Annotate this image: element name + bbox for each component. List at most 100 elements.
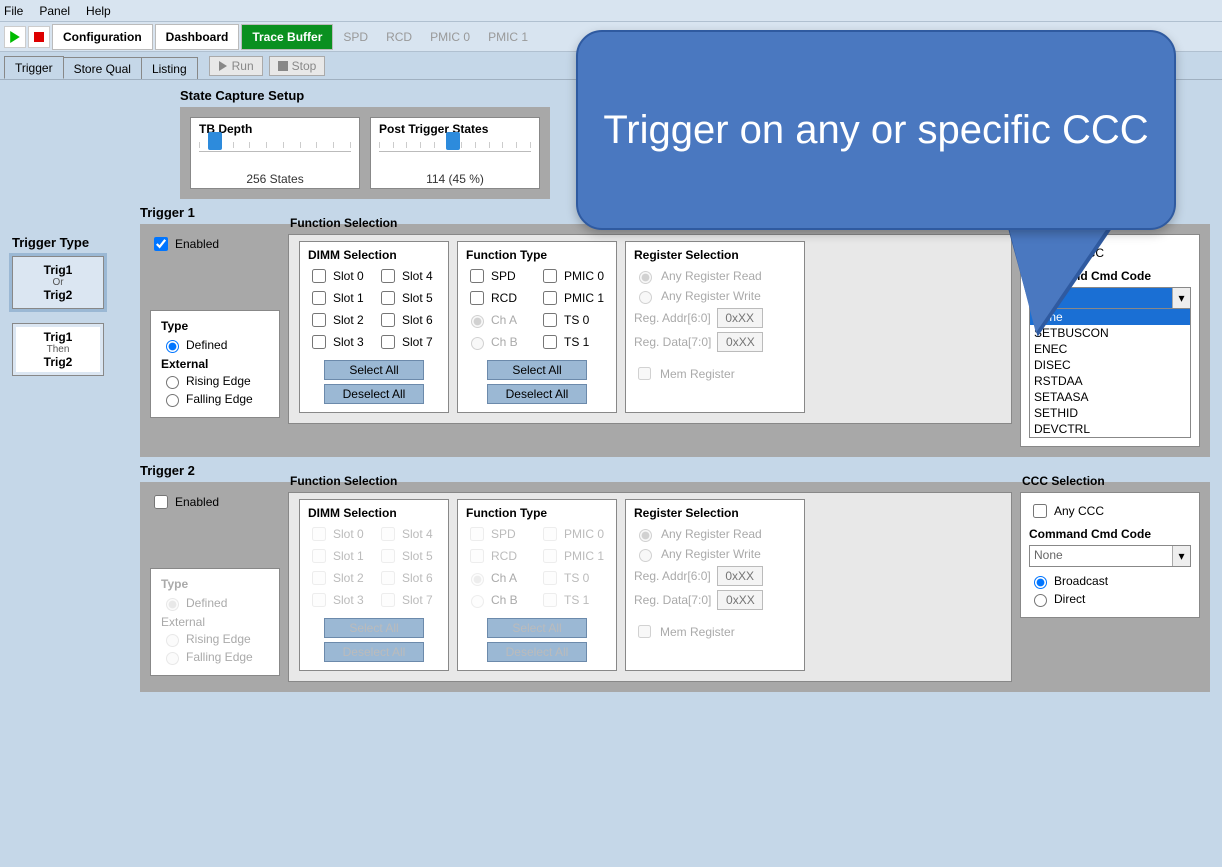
trigger1-slot6[interactable]: Slot 6 [377,310,440,330]
stop-button[interactable]: Stop [269,56,326,76]
trigger1-ft-select-all[interactable]: Select All [487,360,587,380]
trigger2-ft-rcd: RCD [466,546,535,566]
trigger1-slot4[interactable]: Slot 4 [377,266,440,286]
trigger1-slot1[interactable]: Slot 1 [308,288,371,308]
trigger2-ft-ts0: TS 0 [539,568,608,588]
trigger-type-title: Trigger Type [12,235,132,250]
trigger1-function-type: Function Type SPD PMIC 0 RCD PMIC 1 Ch A… [457,241,617,413]
menu-file[interactable]: File [4,4,23,18]
state-capture-title: State Capture Setup [180,88,550,103]
menu-bar: File Panel Help [0,0,1222,22]
trigger1-function-selection-title: Function Selection [290,216,397,230]
trigger1-type-falling[interactable]: Falling Edge [161,391,269,407]
trigger1-slot0[interactable]: Slot 0 [308,266,371,286]
trigger2-ccc-direct[interactable]: Direct [1029,591,1191,607]
trigger1-type-title: Type [161,319,269,333]
trigger1-dimm-deselect-all[interactable]: Deselect All [324,384,424,404]
trigger2-external-label: External [161,615,269,629]
trigger2-slot0: Slot 0 [308,524,371,544]
trigger1-type-box: Type Defined External Rising Edge Fallin… [150,310,280,418]
trigger2-ccc-box: Any CCC Command Cmd Code None ▾ Broadcas… [1020,492,1200,618]
main-tab-dashboard[interactable]: Dashboard [155,24,240,50]
trigger2-cmd-code-combo[interactable]: None ▾ [1029,545,1191,567]
trigger1-ft-ts1[interactable]: TS 1 [539,332,608,352]
trigger1-slot2[interactable]: Slot 2 [308,310,371,330]
annotation-callout: Trigger on any or specific CCC [576,30,1176,230]
trigger1-reg-any-read[interactable]: Any Register Read [634,268,796,284]
dimm-title2: DIMM Selection [308,506,440,520]
trigger2-ft-pmic1: PMIC 1 [539,546,608,566]
trigger-mode-or[interactable]: Trig1 Or Trig2 [12,256,104,309]
trigger1-reg-any-write[interactable]: Any Register Write [634,288,796,304]
toolbar-play-button[interactable] [4,26,26,48]
dimm-title: DIMM Selection [308,248,440,262]
trigger2-any-ccc[interactable]: Any CCC [1029,501,1191,521]
trigger1-slot3[interactable]: Slot 3 [308,332,371,352]
trigger1-reg-data-input[interactable] [717,332,763,352]
trigger2-slot7: Slot 7 [377,590,440,610]
trigger1-ft-spd[interactable]: SPD [466,266,535,286]
menu-help[interactable]: Help [86,4,111,18]
trigger2-register-selection: Register Selection Any Register Read Any… [625,499,805,671]
regsel-title2: Register Selection [634,506,796,520]
ccc-option-enec[interactable]: ENEC [1030,341,1190,357]
ccc-option-disec[interactable]: DISEC [1030,357,1190,373]
trigger1-register-selection: Register Selection Any Register Read Any… [625,241,805,413]
ftype-title2: Function Type [466,506,608,520]
ccc-option-rstdaa[interactable]: RSTDAA [1030,373,1190,389]
subtab-listing[interactable]: Listing [141,57,198,79]
menu-panel[interactable]: Panel [39,4,70,18]
subtab-trigger[interactable]: Trigger [4,56,64,79]
trigger1-reg-addr-input[interactable] [717,308,763,328]
ccc-option-setaasa[interactable]: SETAASA [1030,389,1190,405]
trigger1-ft-ts0[interactable]: TS 0 [539,310,608,330]
trigger2-ccc-broadcast[interactable]: Broadcast [1029,573,1191,589]
ccc-option-sethid[interactable]: SETHID [1030,405,1190,421]
trigger2-type-defined: Defined [161,595,269,611]
trigger2-ft-deselect-all[interactable]: Deselect All [487,642,587,662]
trigger1-ft-cha[interactable]: Ch A [466,310,535,330]
post-trigger-value: 114 (45 %) [379,172,531,186]
post-trigger-slider[interactable] [379,142,531,168]
trigger1-mem-register[interactable]: Mem Register [634,364,796,383]
chevron-down-icon: ▾ [1172,546,1190,566]
trigger2-type-rising: Rising Edge [161,631,269,647]
trigger-type-column: Trigger Type Trig1 Or Trig2 Trig1 Then T… [12,199,132,692]
trigger1-ft-pmic1[interactable]: PMIC 1 [539,288,608,308]
trigger2-dimm-select-all[interactable]: Select All [324,618,424,638]
trigger1-ft-rcd[interactable]: RCD [466,288,535,308]
main-tab-rcd: RCD [378,26,420,48]
trigger1-ft-deselect-all[interactable]: Deselect All [487,384,587,404]
trigger1-dimm-selection: DIMM Selection Slot 0 Slot 4 Slot 1 Slot… [299,241,449,413]
trigger1-type-defined[interactable]: Defined [161,337,269,353]
trigger2-type-falling: Falling Edge [161,649,269,665]
toolbar-stop-button[interactable] [28,26,50,48]
trigger1-ft-chb[interactable]: Ch B [466,332,535,352]
trigger2-ft-select-all[interactable]: Select All [487,618,587,638]
trigger2-slot5: Slot 5 [377,546,440,566]
main-tab-configuration[interactable]: Configuration [52,24,153,50]
run-button[interactable]: Run [209,56,263,76]
trigger1-slot7[interactable]: Slot 7 [377,332,440,352]
trigger2-slot3: Slot 3 [308,590,371,610]
trigger2-reg-any-write: Any Register Write [634,546,796,562]
trigger2-reg-addr-row: Reg. Addr[6:0] [634,566,796,586]
trigger2-mem-register: Mem Register [634,622,796,641]
trigger2-reg-data-row: Reg. Data[7:0] [634,590,796,610]
trigger-mode-then[interactable]: Trig1 Then Trig2 [12,323,104,376]
trigger2-type-title: Type [161,577,269,591]
trigger2-reg-data-input [717,590,763,610]
ccc-option-devctrl[interactable]: DEVCTRL [1030,421,1190,437]
trigger1-enabled-checkbox[interactable]: Enabled [150,234,280,254]
trigger1-type-rising[interactable]: Rising Edge [161,373,269,389]
trigger1-dimm-select-all[interactable]: Select All [324,360,424,380]
tb-depth-value: 256 States [199,172,351,186]
trigger1-slot5[interactable]: Slot 5 [377,288,440,308]
main-tab-trace-buffer[interactable]: Trace Buffer [241,24,333,50]
trigger2-slot1: Slot 1 [308,546,371,566]
tb-depth-slider[interactable] [199,142,351,168]
trigger1-ft-pmic0[interactable]: PMIC 0 [539,266,608,286]
trigger2-dimm-deselect-all[interactable]: Deselect All [324,642,424,662]
trigger2-enabled-checkbox[interactable]: Enabled [150,492,280,512]
subtab-store-qual[interactable]: Store Qual [63,57,142,79]
